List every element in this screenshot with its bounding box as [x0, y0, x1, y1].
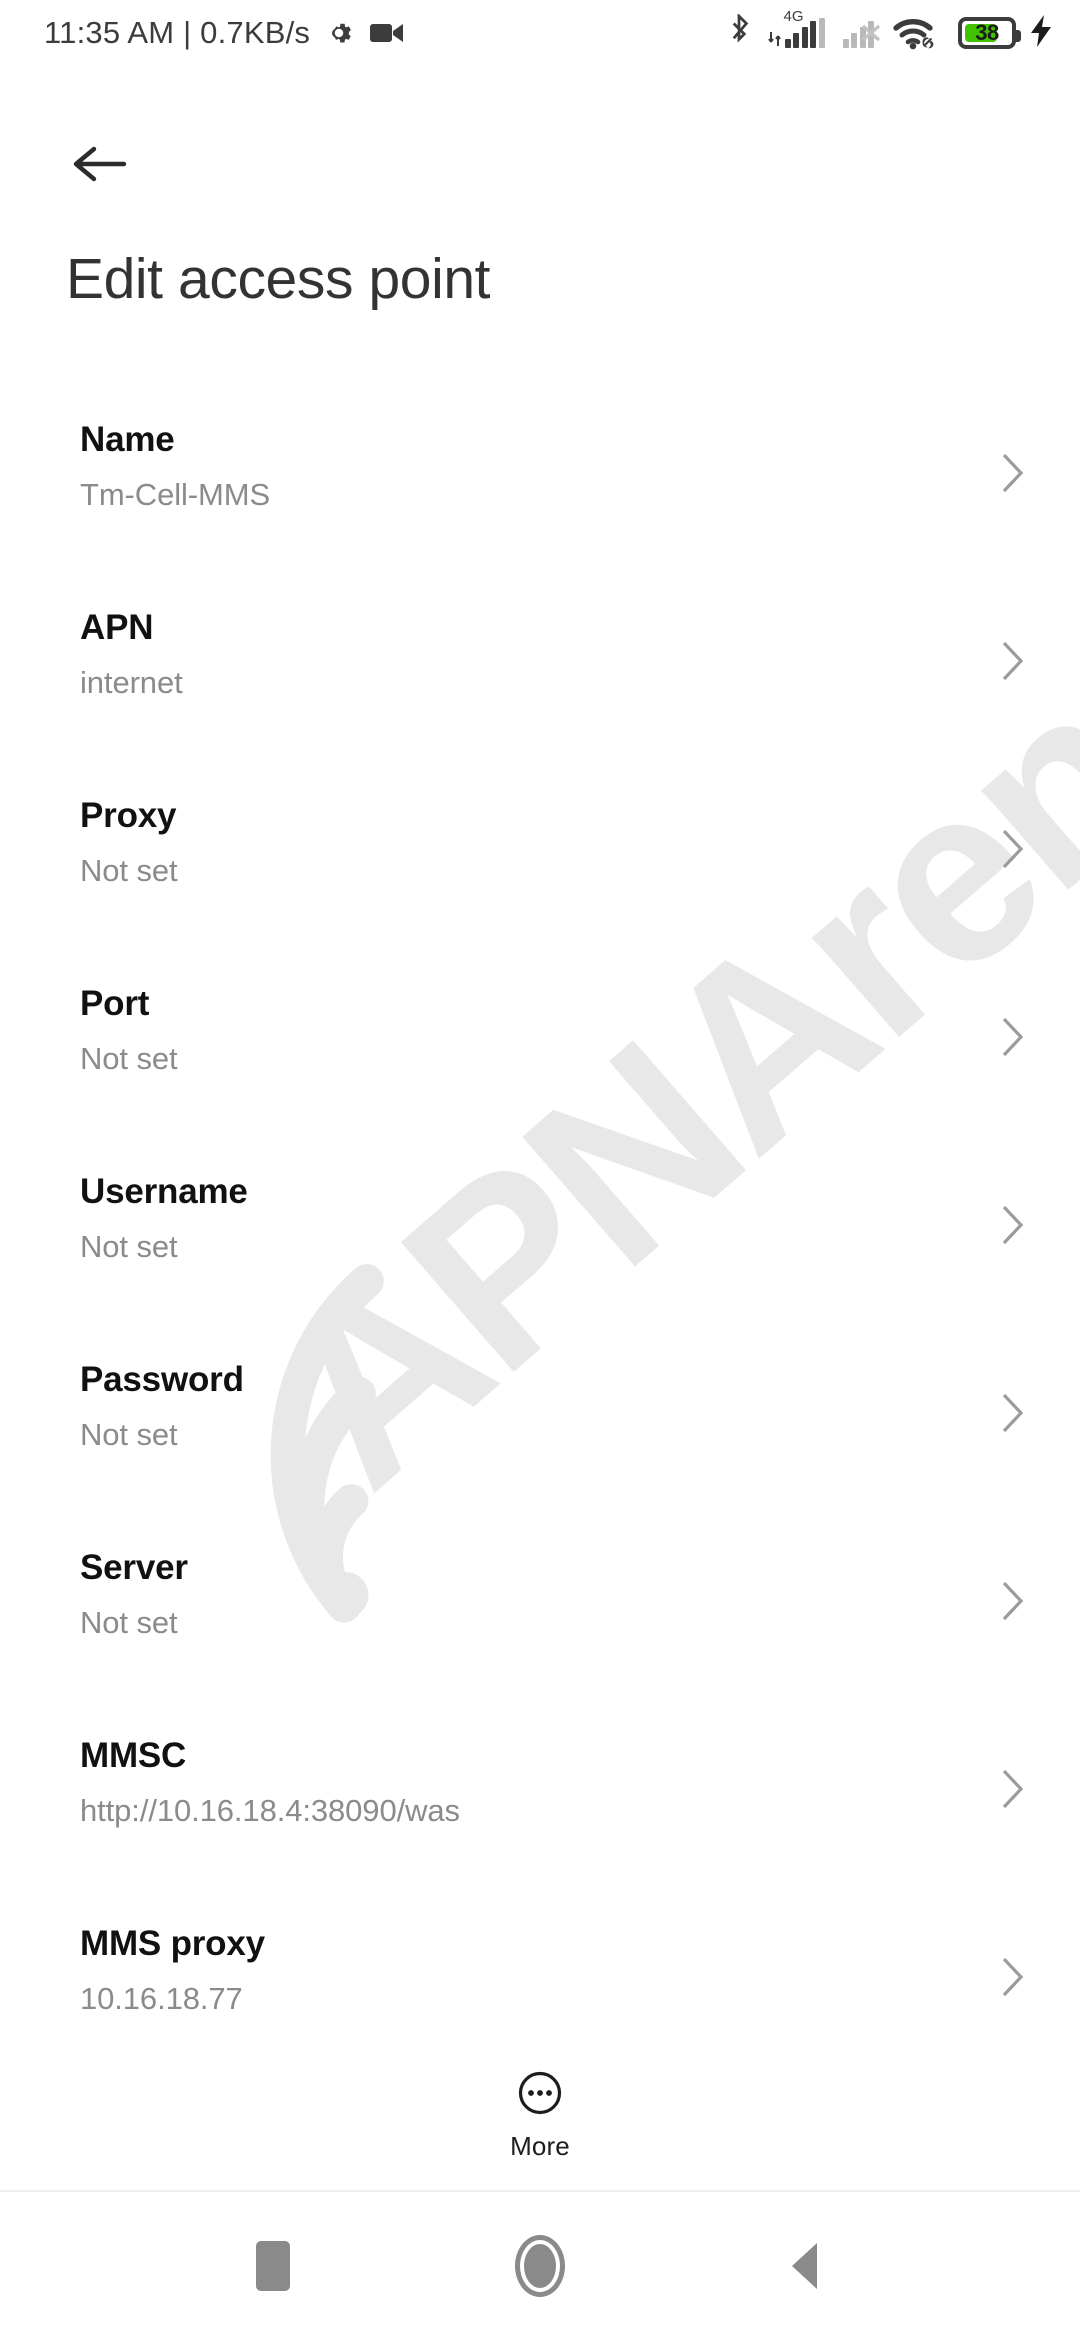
list-item-port[interactable]: Port Not set: [0, 964, 1080, 1152]
row-value: internet: [80, 665, 183, 700]
back-button[interactable]: [62, 128, 134, 200]
more-label: More: [510, 2130, 570, 2161]
row-title: Password: [80, 1360, 244, 1399]
row-title: Name: [80, 420, 175, 459]
list-item-mmsc[interactable]: MMSC http://10.16.18.4:38090/was: [0, 1716, 1080, 1904]
sim2-no-service-x-icon: [860, 21, 882, 48]
chevron-right-icon: [1000, 1768, 1026, 1815]
row-value: Not set: [80, 1229, 178, 1264]
row-value: Not set: [80, 1041, 178, 1076]
status-bar-left: 11:35 AM | 0.7KB/s: [44, 15, 406, 51]
chevron-right-icon: [1000, 1580, 1026, 1627]
list-item-username[interactable]: Username Not set: [0, 1152, 1080, 1340]
chevron-right-icon: [1000, 1392, 1026, 1439]
more-circle-icon: [516, 2069, 564, 2122]
row-value: http://10.16.18.4:38090/was: [80, 1793, 460, 1828]
more-bar: More: [0, 2040, 1080, 2192]
gear-icon: [324, 18, 354, 48]
chevron-right-icon: [1000, 1956, 1026, 2003]
navigation-bar: [0, 2192, 1080, 2340]
battery-indicator: 38: [958, 14, 1054, 53]
chevron-right-icon: [1000, 1016, 1026, 1063]
sim1-signal-icon: 4G: [767, 9, 825, 48]
more-button[interactable]: More: [510, 2069, 570, 2162]
chevron-right-icon: [1000, 640, 1026, 687]
row-value: Not set: [80, 1417, 178, 1452]
row-title: Username: [80, 1172, 248, 1211]
list-item-proxy[interactable]: Proxy Not set: [0, 776, 1080, 964]
bluetooth-icon: [726, 14, 752, 52]
list-item-server[interactable]: Server Not set: [0, 1528, 1080, 1716]
battery-percent-label: 38: [975, 20, 999, 45]
status-bar: 11:35 AM | 0.7KB/s 4G 38: [0, 0, 1080, 66]
row-value: 10.16.18.77: [80, 1981, 243, 2016]
arrow-left-icon: [73, 146, 127, 182]
apn-settings-list: Name Tm-Cell-MMS APN internet Proxy Not …: [0, 400, 1080, 2092]
sim2-signal-icon: [842, 18, 883, 48]
chevron-right-icon: [1000, 1204, 1026, 1251]
list-item-password[interactable]: Password Not set: [0, 1340, 1080, 1528]
circle-home-icon[interactable]: [475, 2211, 605, 2321]
data-arrows-icon: [767, 18, 782, 48]
wifi-icon: [892, 15, 938, 51]
row-title: MMSC: [80, 1736, 187, 1775]
video-camera-icon: [370, 20, 406, 46]
row-value: Tm-Cell-MMS: [80, 477, 271, 512]
list-item-apn[interactable]: APN internet: [0, 588, 1080, 776]
row-title: MMS proxy: [80, 1924, 265, 1963]
row-value: Not set: [80, 853, 178, 888]
triangle-back-icon[interactable]: [742, 2211, 872, 2321]
row-value: Not set: [80, 1605, 178, 1640]
status-bar-right: 4G 38: [726, 9, 1055, 53]
status-clock: 11:35 AM | 0.7KB/s: [44, 15, 311, 50]
row-title: Server: [80, 1548, 188, 1587]
list-item-name[interactable]: Name Tm-Cell-MMS: [0, 400, 1080, 588]
row-title: APN: [80, 608, 154, 647]
square-recents-icon[interactable]: [208, 2211, 338, 2321]
chevron-right-icon: [1000, 828, 1026, 875]
network-type-label: 4G: [783, 8, 804, 25]
page-title: Edit access point: [66, 247, 491, 311]
row-title: Proxy: [80, 796, 177, 835]
charging-bolt-icon: [1028, 14, 1054, 53]
row-title: Port: [80, 984, 150, 1023]
chevron-right-icon: [1000, 452, 1026, 499]
battery-icon: 38: [958, 17, 1021, 49]
